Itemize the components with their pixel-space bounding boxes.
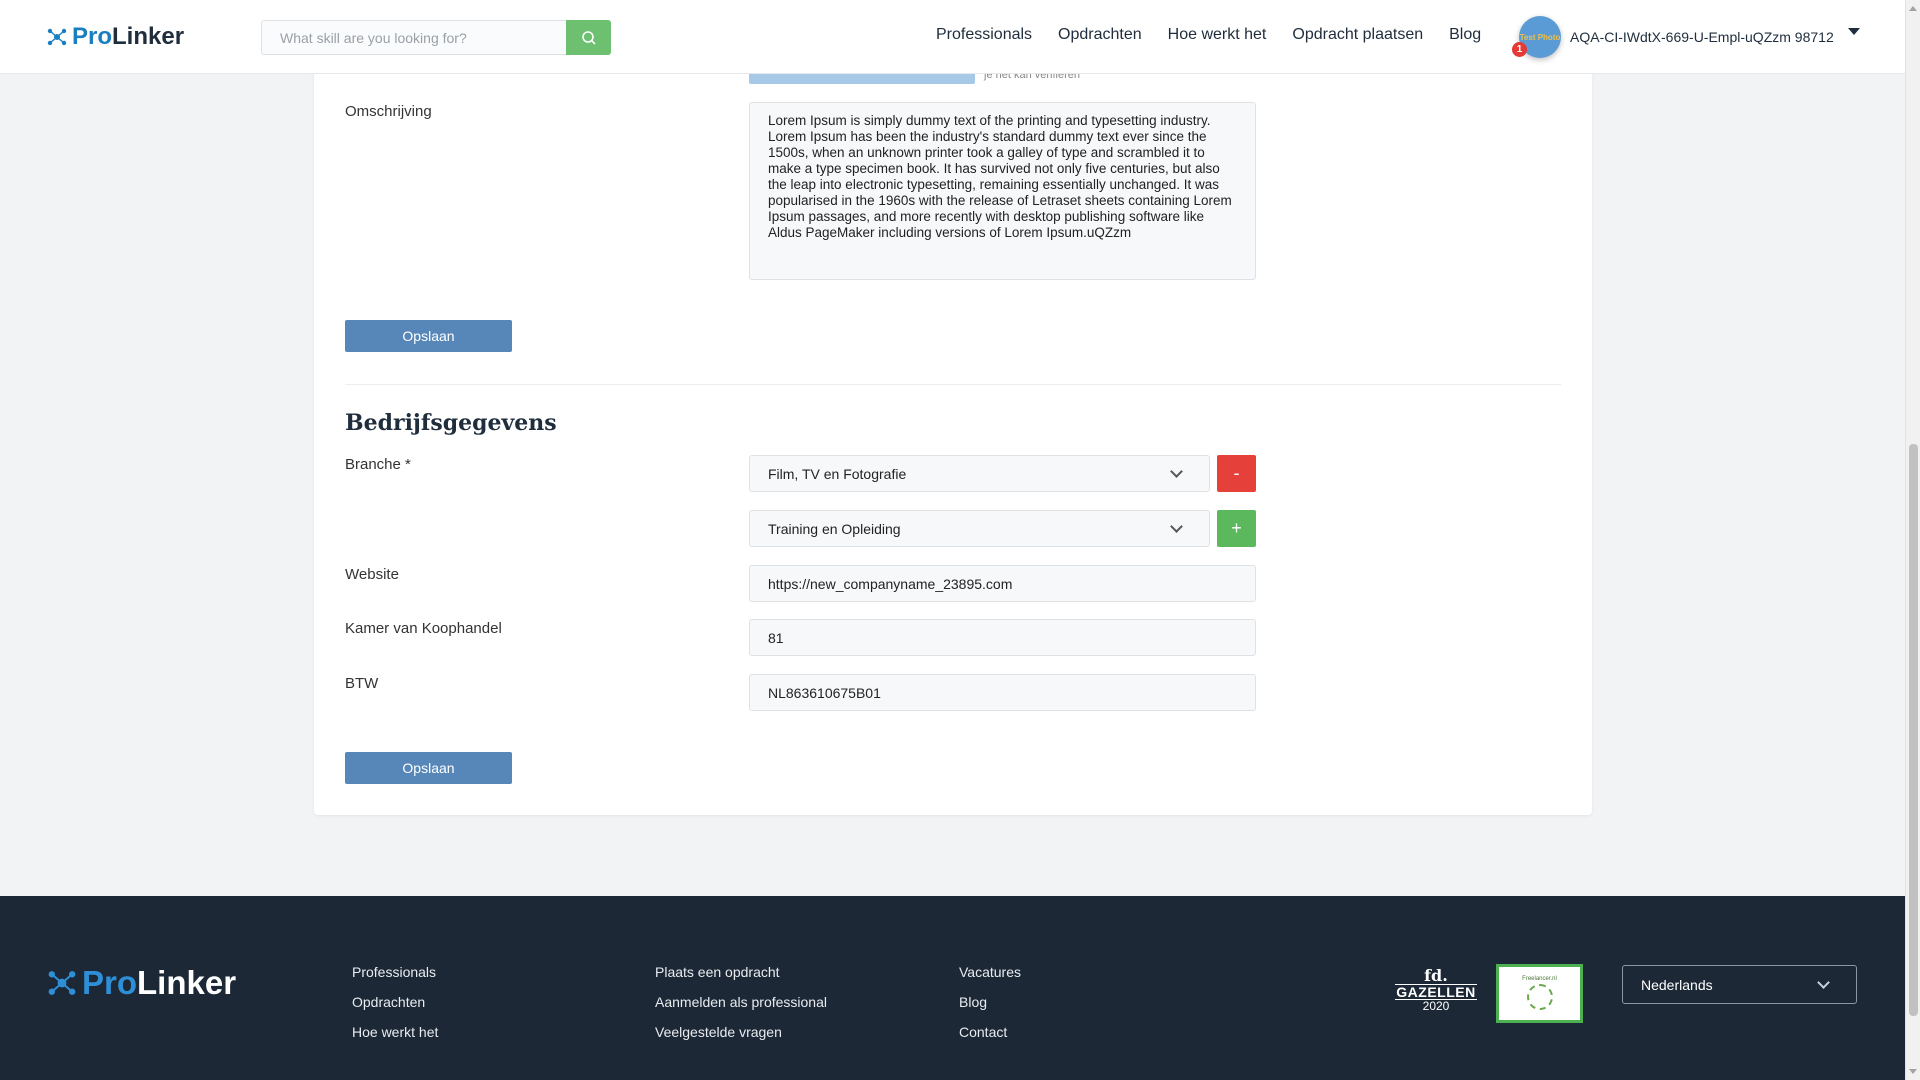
logo-icon bbox=[47, 28, 67, 46]
main-nav: Professionals Opdrachten Hoe werkt het O… bbox=[936, 26, 1481, 44]
footer-logo-text-pro: Pro bbox=[82, 964, 138, 1001]
page-scrollbar[interactable] bbox=[1905, 0, 1920, 1080]
avatar[interactable]: Test Photo 1 bbox=[1512, 16, 1561, 58]
nav-opdracht-plaatsen[interactable]: Opdracht plaatsen bbox=[1292, 26, 1423, 44]
footer-link-professionals[interactable]: Professionals bbox=[352, 964, 438, 981]
footer-link-vacatures[interactable]: Vacatures bbox=[959, 964, 1021, 981]
fd-gazellen-badge: fd. GAZELLEN 2020 bbox=[1395, 968, 1477, 1016]
language-select[interactable]: Nederlands bbox=[1622, 965, 1857, 1004]
footer-logo-text-linker: Linker bbox=[137, 964, 237, 1001]
nav-professionals[interactable]: Professionals bbox=[936, 26, 1032, 44]
description-textarea[interactable]: Lorem Ipsum is simply dummy text of the … bbox=[749, 102, 1256, 280]
btw-field[interactable]: NL863610675B01 bbox=[749, 674, 1256, 711]
avatar-text: Test Photo bbox=[1519, 32, 1561, 42]
footer-link-faq[interactable]: Veelgestelde vragen bbox=[655, 1024, 827, 1041]
search-button[interactable] bbox=[566, 20, 611, 55]
nav-opdrachten[interactable]: Opdrachten bbox=[1058, 26, 1142, 44]
branche-select-2[interactable]: Training en Opleiding bbox=[749, 510, 1210, 547]
search-bar bbox=[261, 20, 611, 55]
kvk-field[interactable]: 81 bbox=[749, 619, 1256, 656]
language-select-value: Nederlands bbox=[1641, 976, 1713, 993]
site-footer: Pro Linker Professionals Opdrachten Hoe w… bbox=[0, 896, 1905, 1080]
badge-gazellen-text: GAZELLEN bbox=[1395, 984, 1477, 1000]
logo-text-pro: Pro bbox=[72, 23, 113, 50]
footer-link-hoe-werkt-het[interactable]: Hoe werkt het bbox=[352, 1024, 438, 1041]
footer-link-opdrachten[interactable]: Opdrachten bbox=[352, 994, 438, 1011]
laurel-icon bbox=[1526, 983, 1553, 1010]
site-header: ProLinker Professionals Opdrachten Hoe w… bbox=[0, 0, 1905, 74]
kvk-label: Kamer van Koophandel bbox=[345, 620, 502, 637]
prolinker-logo[interactable]: Pro Linker bbox=[46, 21, 184, 53]
scroll-down-icon[interactable] bbox=[1909, 1069, 1917, 1074]
description-label: Omschrijving bbox=[345, 103, 432, 120]
branche-label: Branche * bbox=[345, 456, 411, 473]
branche-select-1-value: Film, TV en Fotografie bbox=[768, 465, 907, 482]
award-badge: Freelancer.nl bbox=[1496, 964, 1583, 1023]
footer-logo[interactable]: Pro Linker bbox=[46, 964, 236, 1002]
footer-link-aanmelden[interactable]: Aanmelden als professional bbox=[655, 994, 827, 1011]
save-profile-button[interactable]: Opslaan bbox=[345, 320, 512, 352]
website-field[interactable]: https://new_companyname_23895.com bbox=[749, 565, 1256, 602]
footer-column-3: Vacatures Blog Contact bbox=[959, 964, 1021, 1041]
scroll-up-icon[interactable] bbox=[1909, 6, 1917, 11]
notification-badge: 1 bbox=[1512, 42, 1527, 57]
nav-blog[interactable]: Blog bbox=[1449, 26, 1481, 44]
award-badge-text: Freelancer.nl bbox=[1522, 975, 1557, 982]
user-menu[interactable]: Test Photo 1 AQA-CI-IWdtX-669-U-Empl-uQZ… bbox=[1512, 16, 1860, 58]
add-branche-button[interactable]: + bbox=[1217, 510, 1256, 547]
save-company-button[interactable]: Opslaan bbox=[345, 752, 512, 784]
chevron-down-icon bbox=[1817, 975, 1830, 989]
chevron-down-icon bbox=[1170, 464, 1183, 478]
section-title-company: Bedrijfsgegevens bbox=[345, 410, 557, 436]
logo-icon bbox=[48, 971, 76, 995]
scrollbar-thumb[interactable] bbox=[1909, 444, 1918, 1016]
user-name: AQA-CI-IWdtX-669-U-Empl-uQZzm 98712 bbox=[1570, 29, 1834, 45]
search-input[interactable] bbox=[261, 20, 566, 55]
website-label: Website bbox=[345, 566, 399, 583]
branche-select-1[interactable]: Film, TV en Fotografie bbox=[749, 455, 1210, 492]
logo-text-linker: Linker bbox=[112, 23, 185, 50]
footer-column-1: Professionals Opdrachten Hoe werkt het bbox=[352, 964, 438, 1041]
badge-year-text: 2020 bbox=[1422, 999, 1450, 1013]
caret-down-icon[interactable] bbox=[1847, 27, 1860, 35]
footer-link-contact[interactable]: Contact bbox=[959, 1024, 1021, 1041]
branche-select-2-value: Training en Opleiding bbox=[768, 520, 901, 537]
nav-hoe-werkt-het[interactable]: Hoe werkt het bbox=[1168, 26, 1267, 44]
remove-branche-button[interactable]: - bbox=[1217, 455, 1256, 492]
footer-link-plaats-opdracht[interactable]: Plaats een opdracht bbox=[655, 964, 827, 981]
section-divider bbox=[345, 384, 1561, 385]
footer-link-blog[interactable]: Blog bbox=[959, 994, 1021, 1011]
footer-column-2: Plaats een opdracht Aanmelden als profes… bbox=[655, 964, 827, 1041]
badge-fd-text: fd. bbox=[1424, 966, 1448, 985]
search-icon bbox=[581, 30, 596, 45]
chevron-down-icon bbox=[1170, 519, 1183, 533]
btw-label: BTW bbox=[345, 675, 379, 692]
